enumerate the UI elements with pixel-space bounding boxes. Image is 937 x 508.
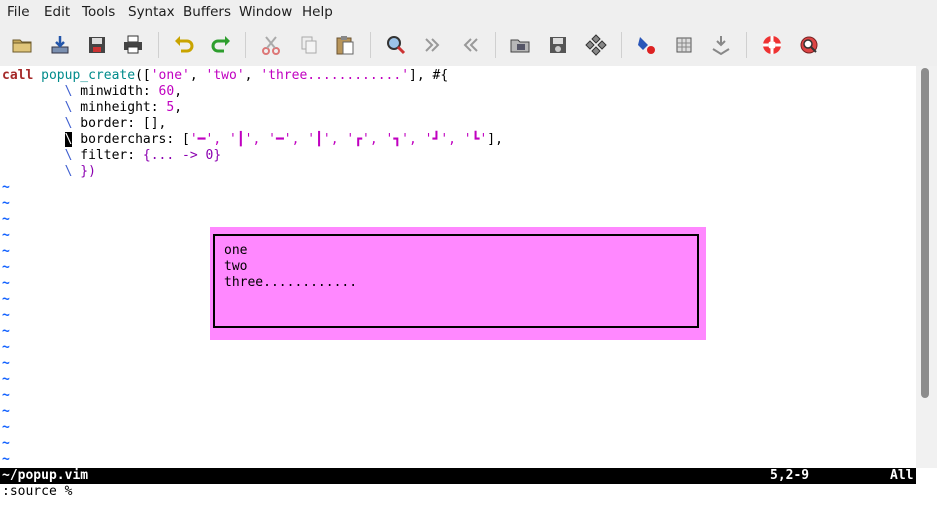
paste-icon[interactable] (333, 33, 357, 57)
command-line[interactable]: :source % (0, 484, 937, 508)
toolbar-separator (621, 32, 622, 58)
code-line-2: \ minwidth: 60, (64, 84, 183, 99)
empty-line-marker: ~ (2, 420, 10, 435)
jump-tag-icon[interactable] (709, 33, 733, 57)
popup-line-three: three............ (224, 275, 358, 290)
load-session-icon[interactable] (508, 33, 532, 57)
empty-line-marker: ~ (2, 372, 10, 387)
code-line-3: \ minheight: 5, (64, 100, 183, 115)
toolbar-separator (495, 32, 496, 58)
menu-syntax[interactable]: Syntax (128, 4, 175, 20)
empty-line-marker: ~ (2, 404, 10, 419)
status-scroll-indicator: All (890, 468, 914, 483)
help-lifebuoy-icon[interactable] (760, 33, 784, 57)
code-line-6: \ filter: {... -> 0} (64, 148, 222, 163)
menu-window[interactable]: Window (239, 4, 292, 20)
save-icon[interactable] (85, 33, 109, 57)
menu-help[interactable]: Help (302, 4, 333, 20)
empty-line-marker: ~ (2, 276, 10, 291)
status-file-name: ~/popup.vim (2, 468, 89, 483)
find-next-icon[interactable] (421, 33, 445, 57)
empty-line-marker: ~ (2, 212, 10, 227)
menu-buffers[interactable]: Buffers (183, 4, 231, 20)
print-icon[interactable] (121, 33, 145, 57)
find-replace-icon[interactable] (384, 33, 408, 57)
save-download-icon[interactable] (48, 33, 72, 57)
save-session-icon[interactable] (546, 33, 570, 57)
empty-line-marker: ~ (2, 260, 10, 275)
cut-icon[interactable] (259, 33, 283, 57)
empty-line-marker: ~ (2, 356, 10, 371)
menu-bar: File Edit Tools Syntax Buffers Window He… (0, 0, 937, 25)
code-line-4: \ border: [], (64, 116, 167, 131)
build-tags-icon[interactable] (672, 33, 696, 57)
empty-line-marker: ~ (2, 324, 10, 339)
empty-line-marker: ~ (2, 340, 10, 355)
scrollbar-thumb[interactable] (921, 68, 929, 398)
toolbar-separator (370, 32, 371, 58)
popup-line-two: two (224, 259, 248, 274)
menu-edit[interactable]: Edit (44, 4, 70, 20)
redo-icon[interactable] (209, 33, 233, 57)
menu-tools[interactable]: Tools (82, 4, 115, 20)
copy-icon[interactable] (297, 33, 321, 57)
empty-line-marker: ~ (2, 196, 10, 211)
code-line-5: \ borderchars: ['━', '┃', '━', '┃', '┏',… (64, 132, 503, 147)
toolbar (0, 25, 937, 66)
toolbar-separator (158, 32, 159, 58)
toolbar-separator (746, 32, 747, 58)
popup-window[interactable]: one two three............ (210, 227, 706, 340)
vertical-scrollbar[interactable] (916, 66, 937, 468)
status-line: ~/popup.vim 5,2-9 All (0, 468, 916, 484)
empty-line-marker: ~ (2, 388, 10, 403)
empty-line-marker: ~ (2, 436, 10, 451)
popup-border: one two three............ (213, 234, 699, 328)
make-icon[interactable] (634, 33, 658, 57)
status-cursor-position: 5,2-9 (770, 468, 810, 483)
menu-file[interactable]: File (7, 4, 30, 20)
code-line-7: \ }) (64, 164, 96, 179)
undo-icon[interactable] (172, 33, 196, 57)
open-folder-icon[interactable] (10, 33, 34, 57)
empty-line-marker: ~ (2, 308, 10, 323)
empty-line-marker: ~ (2, 292, 10, 307)
status-corner (916, 468, 937, 484)
find-help-icon[interactable] (797, 33, 821, 57)
toolbar-separator (245, 32, 246, 58)
empty-line-marker: ~ (2, 228, 10, 243)
empty-line-marker: ~ (2, 452, 10, 467)
command-text: :source % (2, 484, 73, 499)
run-script-icon[interactable] (584, 33, 608, 57)
empty-line-marker: ~ (2, 244, 10, 259)
popup-line-one: one (224, 243, 248, 258)
empty-line-marker: ~ (2, 180, 10, 195)
find-prev-icon[interactable] (458, 33, 482, 57)
code-line-1: call popup_create(['one', 'two', 'three.… (2, 68, 449, 83)
